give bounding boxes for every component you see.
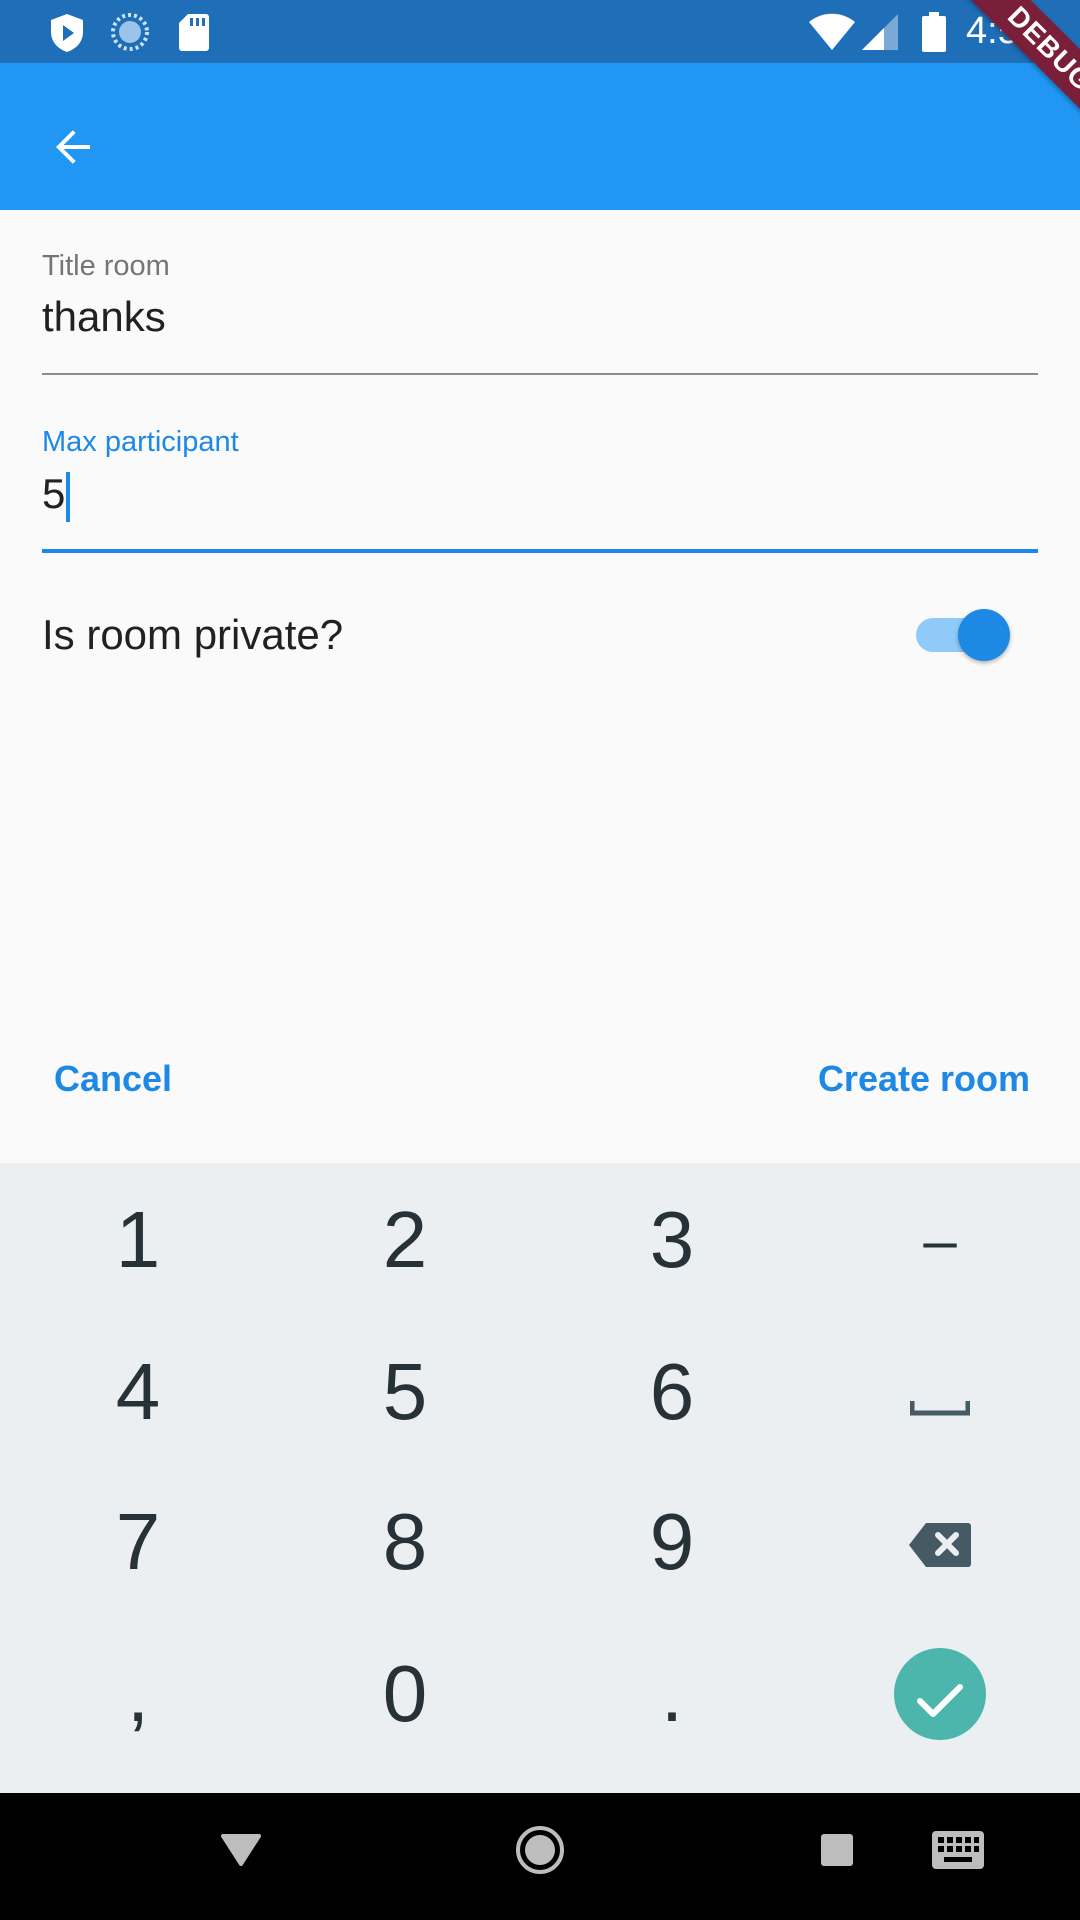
status-bar: 4:55 bbox=[0, 0, 1080, 63]
switch-thumb bbox=[958, 609, 1010, 661]
private-room-label: Is room private? bbox=[42, 611, 344, 658]
private-room-switch[interactable] bbox=[916, 609, 1012, 661]
back-triangle-icon bbox=[221, 1833, 261, 1872]
nav-keyboard-button[interactable] bbox=[930, 1817, 986, 1887]
arrow-back-icon bbox=[50, 123, 98, 176]
key-7[interactable]: 7 bbox=[4, 1467, 272, 1617]
key-1[interactable]: 1 bbox=[4, 1165, 272, 1315]
text-cursor bbox=[66, 472, 70, 522]
key-6[interactable]: 6 bbox=[538, 1317, 806, 1467]
max-participant-underline bbox=[42, 549, 1038, 553]
back-button[interactable] bbox=[26, 101, 122, 197]
title-room-input[interactable]: thanks bbox=[42, 293, 166, 341]
key-5[interactable]: 5 bbox=[271, 1317, 539, 1467]
nav-recents-button[interactable] bbox=[818, 1817, 856, 1887]
key-backspace[interactable] bbox=[806, 1467, 1074, 1617]
home-circle-icon bbox=[515, 1825, 565, 1880]
recents-square-icon bbox=[820, 1833, 854, 1872]
system-nav-bar bbox=[0, 1793, 1080, 1920]
nav-back-button[interactable] bbox=[214, 1817, 268, 1887]
sd-card-icon bbox=[178, 12, 210, 57]
backspace-icon bbox=[908, 1496, 972, 1588]
max-participant-label: Max participant bbox=[42, 426, 239, 458]
done-key-background bbox=[894, 1648, 986, 1740]
keyboard-icon bbox=[932, 1830, 984, 1874]
key-2[interactable]: 2 bbox=[271, 1165, 539, 1315]
max-participant-input[interactable]: 5 bbox=[42, 470, 65, 518]
battery-icon bbox=[922, 12, 946, 57]
key-done[interactable] bbox=[806, 1619, 1074, 1769]
key-9[interactable]: 9 bbox=[538, 1467, 806, 1617]
key-dash[interactable]: – bbox=[806, 1165, 1074, 1315]
key-8[interactable]: 8 bbox=[271, 1467, 539, 1617]
app-bar bbox=[0, 63, 1080, 210]
nav-home-button[interactable] bbox=[512, 1817, 568, 1887]
sync-icon bbox=[110, 12, 150, 57]
key-period[interactable]: . bbox=[538, 1619, 806, 1769]
space-icon bbox=[909, 1346, 971, 1438]
wifi-icon bbox=[808, 12, 856, 57]
check-icon bbox=[916, 1648, 964, 1740]
key-0[interactable]: 0 bbox=[271, 1619, 539, 1769]
title-room-underline bbox=[42, 373, 1038, 375]
cancel-button[interactable]: Cancel bbox=[54, 1058, 172, 1100]
key-space[interactable] bbox=[806, 1317, 1074, 1467]
title-room-label: Title room bbox=[42, 250, 170, 282]
key-3[interactable]: 3 bbox=[538, 1165, 806, 1315]
key-4[interactable]: 4 bbox=[4, 1317, 272, 1467]
create-room-button[interactable]: Create room bbox=[818, 1058, 1030, 1100]
cell-signal-icon bbox=[862, 12, 900, 57]
play-protect-icon bbox=[48, 12, 86, 59]
numeric-keyboard: 1 2 3 – 4 5 6 7 8 9 , 0 . bbox=[0, 1163, 1080, 1793]
key-comma[interactable]: , bbox=[4, 1619, 272, 1769]
